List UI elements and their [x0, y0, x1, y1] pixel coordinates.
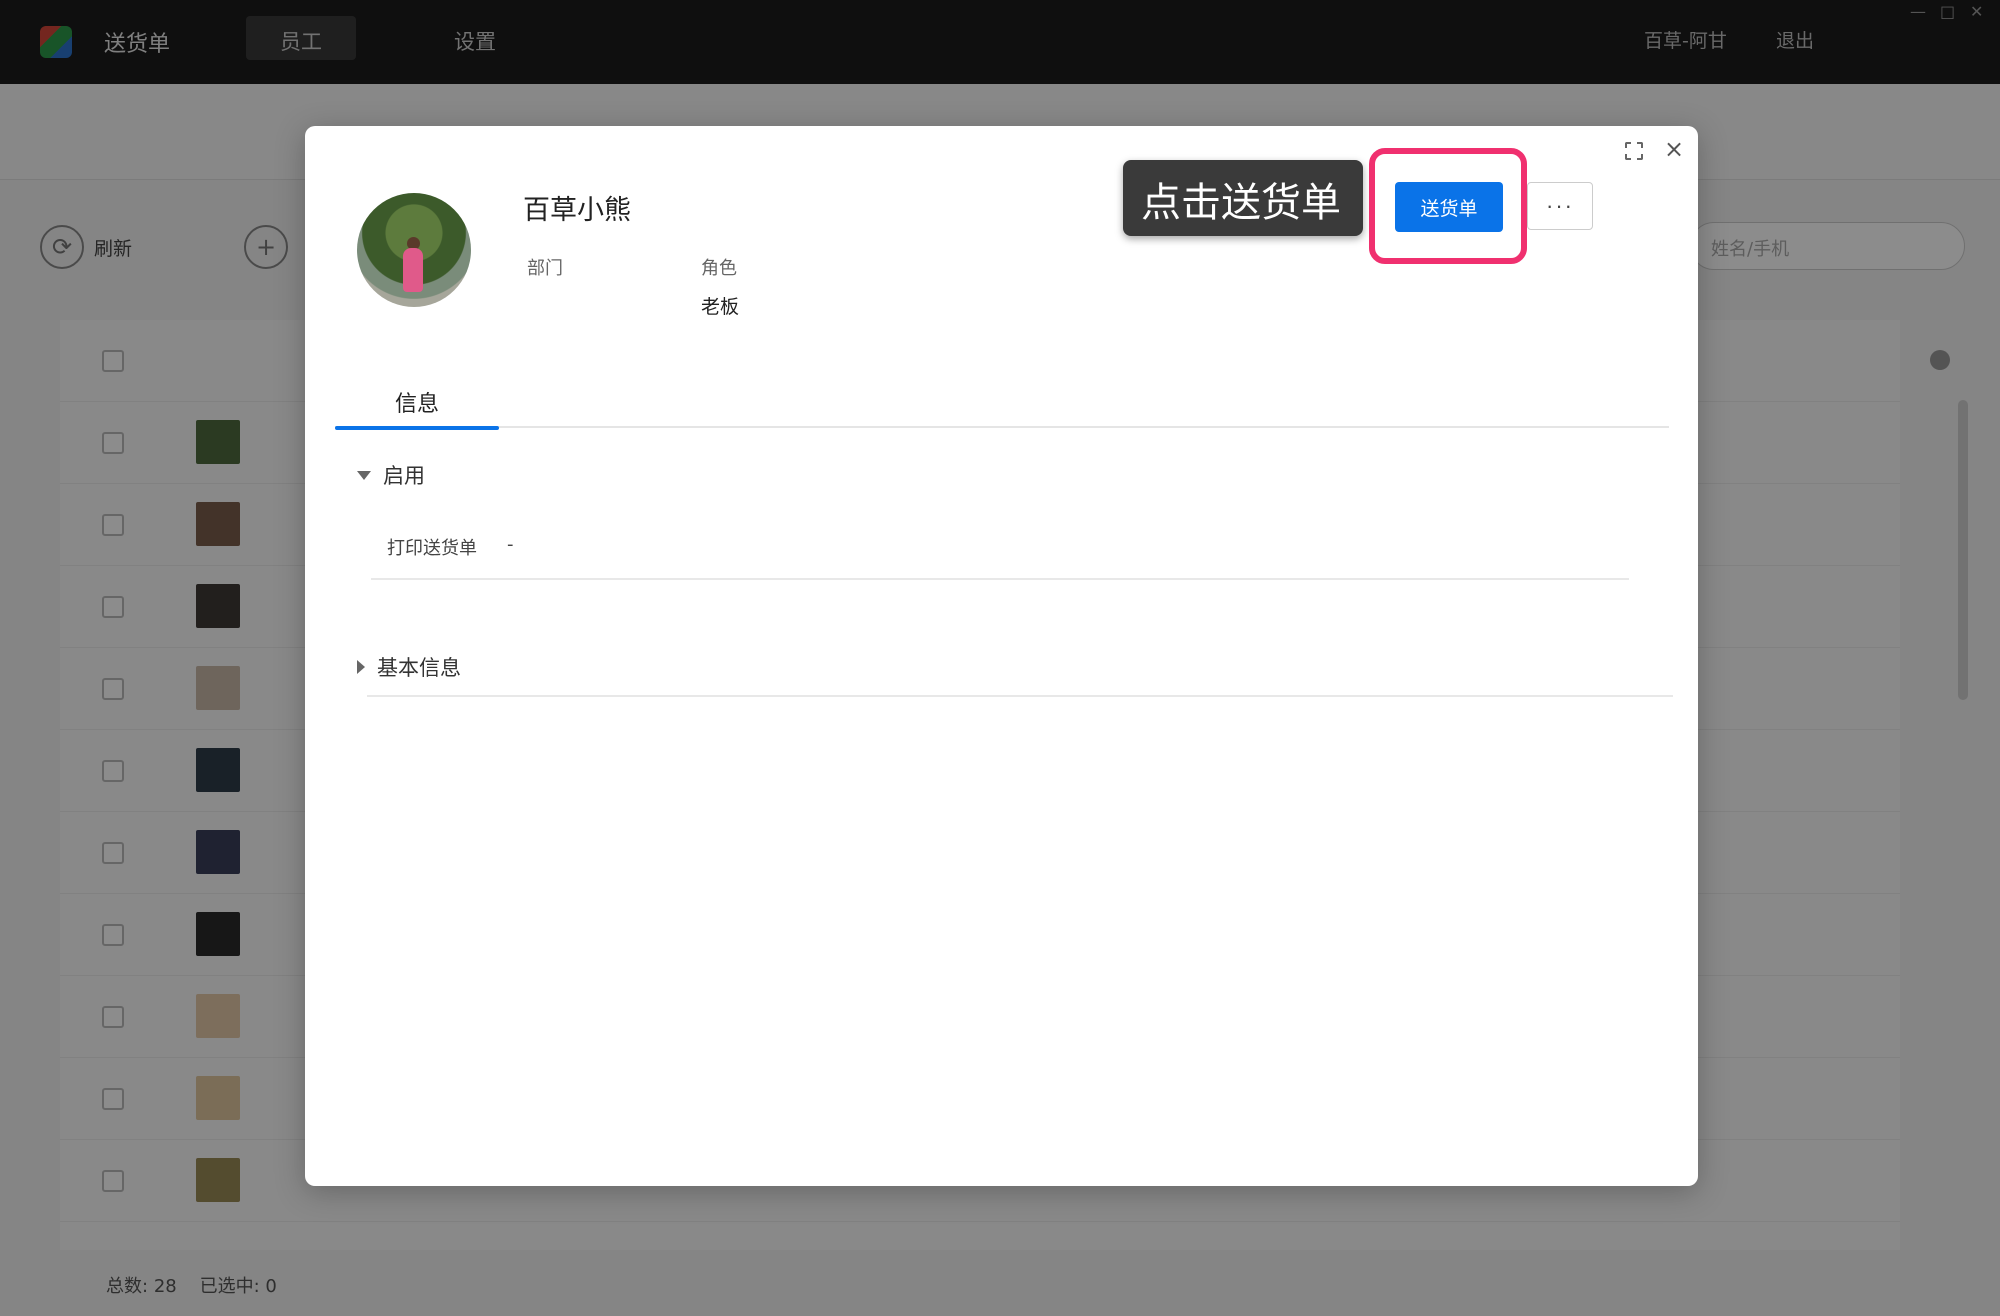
role-label: 角色 — [701, 258, 737, 279]
section-basic-info-header[interactable]: 基本信息 — [357, 652, 461, 682]
print-delivery-note-label: 打印送货单 — [387, 538, 477, 559]
close-icon[interactable]: × — [1661, 136, 1687, 162]
app-window: 送货单 员工 设置 百草-阿甘 退出 — □ ✕ ⟳ 刷新 + 姓名/手机 总数… — [0, 0, 2000, 1316]
tab-info[interactable]: 信息 — [335, 378, 499, 430]
print-delivery-note-value: - — [507, 534, 514, 555]
user-name: 百草小熊 — [523, 195, 631, 226]
section-enabled-title: 启用 — [383, 464, 425, 488]
more-options-button[interactable]: ··· — [1527, 182, 1593, 230]
caret-right-icon — [357, 660, 365, 674]
user-avatar — [357, 193, 471, 307]
fullscreen-icon[interactable] — [1623, 140, 1645, 162]
hint-tooltip: 点击送货单 — [1123, 160, 1363, 236]
caret-down-icon — [357, 470, 371, 480]
section-enabled-header[interactable]: 启用 — [357, 460, 425, 490]
department-label: 部门 — [527, 258, 563, 279]
section-divider — [371, 578, 1629, 580]
detail-tabs: 信息 — [335, 378, 1669, 430]
role-value: 老板 — [701, 296, 740, 318]
employee-detail-modal: × 百草小熊 部门 角色 老板 点击送货单 送货单 ··· 信息 启用 打印送货… — [305, 126, 1698, 1186]
section-basic-info-title: 基本信息 — [377, 656, 461, 680]
section-divider — [367, 695, 1673, 697]
delivery-note-button[interactable]: 送货单 — [1395, 182, 1503, 232]
